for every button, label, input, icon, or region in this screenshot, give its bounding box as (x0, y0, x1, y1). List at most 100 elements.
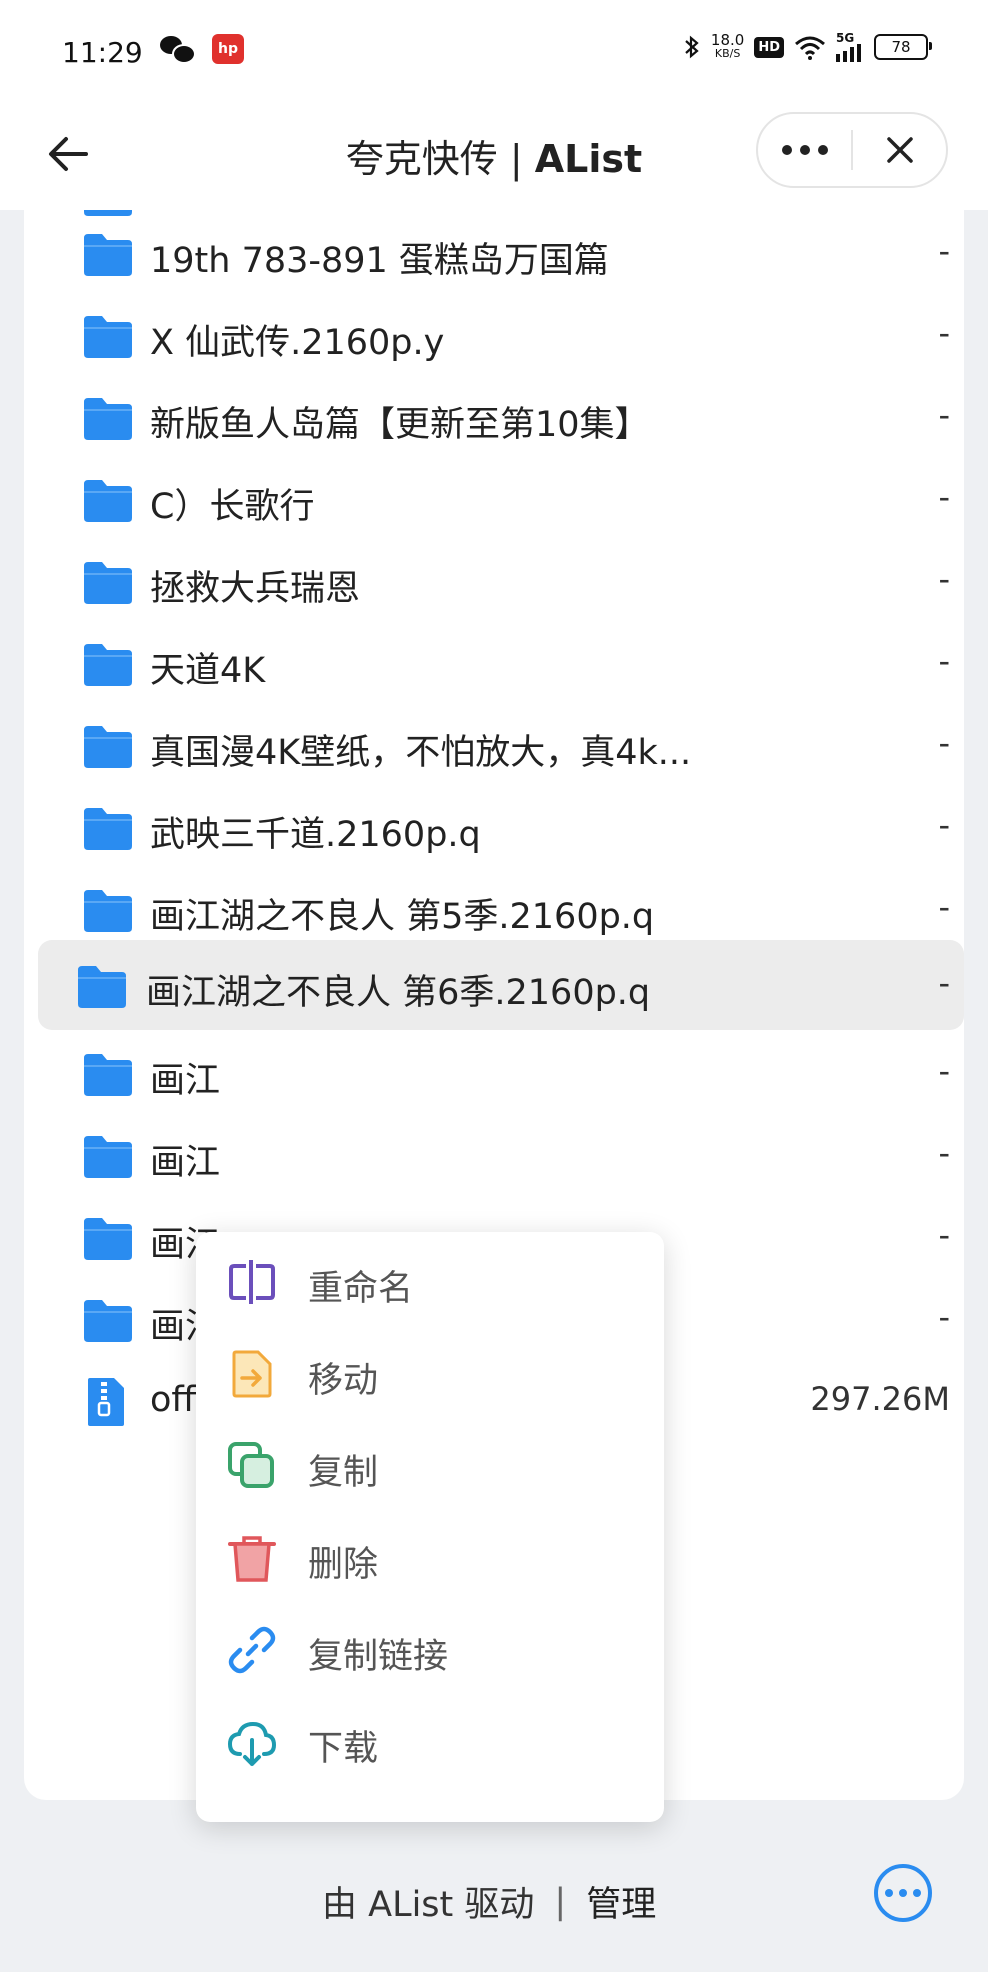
folder-icon (84, 726, 132, 768)
cellular-signal: 5G (836, 32, 864, 62)
file-size: - (938, 314, 950, 352)
signal-type-label: 5G (836, 31, 855, 45)
file-size: - (938, 1298, 950, 1336)
copy-icon (228, 1442, 274, 1488)
file-name: 19th 783-891 蛋糕岛万国篇 (150, 241, 609, 281)
file-name: 天道4K (150, 651, 266, 691)
file-row[interactable]: X 仙武传.2160p.y - (38, 292, 950, 382)
menu-label: 复制链接 (308, 1637, 449, 1677)
folder-icon (84, 316, 132, 358)
folder-icon (84, 808, 132, 850)
menu-item-move[interactable]: 移动 (196, 1328, 664, 1420)
file-size: - (938, 1216, 950, 1254)
folder-icon (84, 480, 132, 522)
file-size: - (938, 396, 950, 434)
file-row[interactable]: C）长歌行 - (38, 456, 950, 546)
file-size: - (938, 1052, 950, 1090)
file-name: 拯救大兵瑞恩 (150, 569, 361, 609)
file-row[interactable]: 新版鱼人岛篇【更新至第10集】 - (38, 374, 950, 464)
file-size: - (938, 560, 950, 598)
file-name: C）长歌行 (150, 487, 315, 527)
link-icon (228, 1626, 276, 1674)
close-button[interactable] (853, 114, 946, 186)
bluetooth-icon (685, 35, 699, 59)
menu-item-copy[interactable]: 复制 (196, 1420, 664, 1512)
file-row[interactable]: 拯救大兵瑞恩 - (38, 538, 950, 628)
file-size: - (938, 964, 950, 1002)
folder-icon (84, 562, 132, 604)
page-title-main: 夸克快传 | (345, 137, 535, 181)
menu-label: 移动 (308, 1361, 379, 1401)
file-row[interactable]: 画江 - (38, 1030, 950, 1120)
file-size: - (938, 724, 950, 762)
file-name: 画江 (150, 1061, 221, 1101)
status-time: 11:29 (62, 36, 143, 69)
footer-text: 由 AList 驱动 | 管理 (322, 1876, 656, 1927)
title-bar: 夸克快传 | AList (0, 100, 988, 210)
file-size: - (938, 806, 950, 844)
network-speed-unit: KB/S (714, 47, 741, 60)
menu-item-copy-link[interactable]: 复制链接 (196, 1604, 664, 1696)
cloud-download-icon (227, 1721, 277, 1766)
folder-icon (78, 966, 126, 1008)
folder-icon (84, 644, 132, 686)
file-size: - (938, 478, 950, 516)
menu-label: 下载 (308, 1729, 379, 1769)
menu-label: 复制 (308, 1453, 379, 1493)
folder-icon (84, 234, 132, 276)
file-size: - (938, 1134, 950, 1172)
file-row[interactable]: 真国漫4K壁纸，不怕放大，真4k... - (38, 702, 950, 792)
footer-separator: | (554, 1881, 567, 1922)
file-name: 新版鱼人岛篇【更新至第10集】 (150, 405, 650, 445)
folder-icon (84, 890, 132, 932)
menu-item-download[interactable]: 下载 (196, 1696, 664, 1788)
context-menu: 重命名 移动 复制 删除 复制链接 下载 (196, 1232, 664, 1822)
menu-item-delete[interactable]: 删除 (196, 1512, 664, 1604)
file-row-selected[interactable]: 画江湖之不良人 第6季.2160p.q - (38, 940, 964, 1030)
footer: 由 AList 驱动 | 管理 (0, 1810, 988, 1972)
file-row[interactable]: 武映三千道.2160p.q - (38, 784, 950, 874)
file-size: - (938, 888, 950, 926)
file-name: 真国漫4K壁纸，不怕放大，真4k... (150, 733, 692, 773)
close-icon (886, 137, 913, 163)
folder-icon (84, 1300, 132, 1342)
hd-badge: HD (754, 36, 784, 58)
folder-icon (84, 398, 132, 440)
network-speed: 18.0 KB/S (711, 33, 744, 61)
file-row[interactable]: 19th 783-891 蛋糕岛万国篇 - (38, 210, 950, 300)
file-size: - (938, 232, 950, 270)
battery-level: 78 (891, 38, 911, 56)
zip-file-icon (88, 1378, 124, 1426)
file-row[interactable]: 天道4K - (38, 620, 950, 710)
file-name: X 仙武传.2160p.y (150, 323, 445, 363)
network-speed-value: 18.0 (710, 31, 745, 49)
folder-icon (84, 1054, 132, 1096)
status-bar: 11:29 hp 18.0 KB/S HD 5G 78 (0, 0, 988, 100)
wifi-icon (795, 36, 825, 60)
file-name: 画江 (150, 1143, 221, 1183)
rename-icon (229, 1260, 275, 1304)
menu-label: 重命名 (308, 1269, 414, 1309)
file-name: 武映三千道.2160p.q (150, 815, 481, 855)
folder-icon (84, 1136, 132, 1178)
wechat-icon (160, 34, 196, 64)
file-name: 画江湖之不良人 第6季.2160p.q (146, 973, 651, 1013)
status-system-icons: 18.0 KB/S HD 5G 78 (683, 32, 932, 62)
menu-item-rename[interactable]: 重命名 (196, 1236, 664, 1328)
admin-link[interactable]: 管理 (586, 1876, 656, 1927)
file-size: 297.26M (810, 1380, 950, 1418)
trash-icon (228, 1536, 276, 1582)
status-notification-icons: hp (160, 34, 244, 64)
battery-indicator: 78 (874, 34, 932, 60)
hp-app-icon: hp (212, 34, 244, 64)
signal-bars-icon (836, 44, 861, 62)
file-size: - (938, 642, 950, 680)
floating-more-button[interactable] (874, 1864, 932, 1922)
file-name: 画江湖之不良人 第5季.2160p.q (150, 897, 655, 937)
folder-icon (84, 1218, 132, 1260)
mini-program-capsule (756, 112, 948, 188)
file-row[interactable]: 画江 - (38, 1112, 950, 1202)
more-options-button[interactable] (758, 114, 851, 186)
page-title-brand: AList (534, 137, 643, 181)
move-file-icon (232, 1350, 272, 1398)
